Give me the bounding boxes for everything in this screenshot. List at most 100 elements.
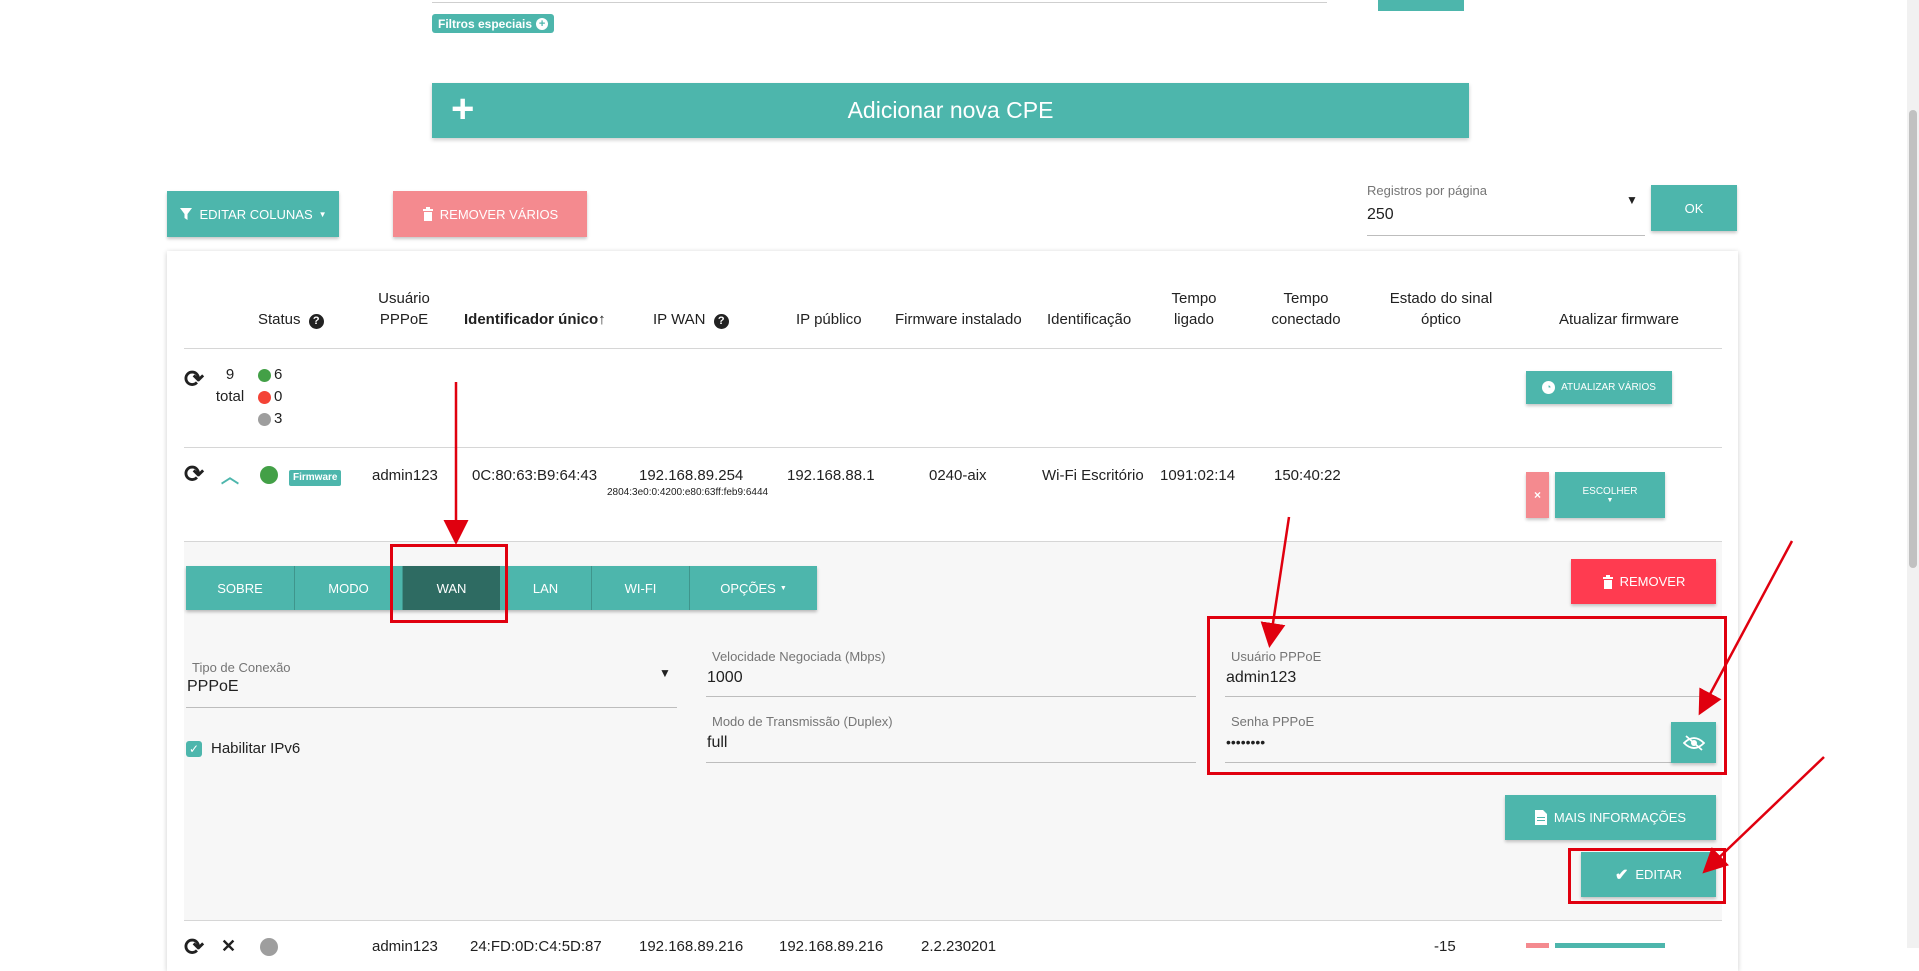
page-scrollbar-thumb[interactable] <box>1909 110 1917 568</box>
header-ip-wan-label: IP WAN <box>653 311 706 328</box>
negotiated-speed-label: Velocidade Negociada (Mbps) <box>712 649 886 664</box>
cell-identificador: 0C:80:63:B9:64:43 <box>472 467 598 484</box>
online-count-value: 6 <box>274 366 283 383</box>
filter-icon <box>180 208 193 220</box>
green-dot-icon <box>258 368 271 382</box>
cell-sinal: -15 <box>1434 938 1456 955</box>
header-tempo-ligado[interactable]: Tempo ligado <box>1163 288 1225 330</box>
header-usuario-pppoe[interactable]: Usuário PPPoE <box>370 288 438 330</box>
cell-firmware: 0240-aix <box>929 467 987 484</box>
header-ip-wan[interactable]: IP WAN ? <box>653 309 729 330</box>
cell-ip-publico: 192.168.88.1 <box>787 467 875 484</box>
edit-columns-button[interactable]: EDITAR COLUNAS ▼ <box>167 191 339 237</box>
negotiated-speed-underline <box>706 696 1196 697</box>
add-cpe-label: Adicionar nova CPE <box>847 97 1054 123</box>
header-status-label: Status <box>258 311 301 328</box>
connection-type-label: Tipo de Conexão <box>192 660 291 675</box>
add-cpe-button[interactable]: + Adicionar nova CPE <box>432 83 1469 138</box>
refresh-icon[interactable]: ⟳ <box>184 463 204 487</box>
cell-usuario: admin123 <box>372 938 438 955</box>
choose-firmware-dropdown[interactable]: ESCOLHER ▼ <box>1555 472 1665 518</box>
offline-count-value: 0 <box>274 388 283 405</box>
header-estado-sinal[interactable]: Estado do sinal óptico <box>1385 288 1497 330</box>
remove-device-label: REMOVER <box>1619 574 1686 589</box>
connection-type-select[interactable]: PPPoE <box>187 678 239 696</box>
header-estado-line1: Estado do sinal <box>1389 290 1493 307</box>
special-filters-button[interactable]: Filtros especiais + <box>432 14 555 33</box>
records-per-page-select[interactable]: 250 <box>1367 206 1394 224</box>
offline-status-dot <box>260 938 278 956</box>
header-tempo-conectado-line1: Tempo <box>1283 290 1329 307</box>
dropdown-arrow-icon[interactable]: ▼ <box>1626 193 1638 207</box>
trash-icon <box>422 207 433 221</box>
row-divider <box>184 541 1722 542</box>
header-identificacao[interactable]: Identificação <box>1047 309 1131 330</box>
ok-button[interactable]: OK <box>1651 185 1737 231</box>
connection-type-underline <box>186 707 677 708</box>
cell-tempo-conectado: 150:40:22 <box>1274 467 1341 484</box>
header-atualizar-firmware[interactable]: Atualizar firmware <box>1559 309 1679 330</box>
header-status[interactable]: Status ? <box>258 309 324 330</box>
remove-device-button[interactable]: REMOVER <box>1571 559 1716 604</box>
cell-identificacao: Wi-Fi Escritório <box>1042 467 1144 484</box>
status-online-count: 6 <box>258 366 282 383</box>
cancel-firmware-button[interactable] <box>1526 943 1549 948</box>
close-icon[interactable]: ✕ <box>221 936 236 957</box>
chevron-up-icon[interactable]: ︿ <box>221 463 239 489</box>
duplex-mode-field[interactable]: full <box>707 734 727 752</box>
header-usuario-line1: Usuário <box>378 290 430 307</box>
edit-columns-label: EDITAR COLUNAS <box>199 206 313 222</box>
tab-opcoes[interactable]: OPÇÕES ▼ <box>690 566 817 610</box>
document-icon <box>1534 810 1547 825</box>
annotation-box-edit <box>1568 848 1726 904</box>
header-firmware[interactable]: Firmware instalado <box>895 309 1022 330</box>
enable-ipv6-label: Habilitar IPv6 <box>211 740 301 757</box>
choose-firmware-dropdown[interactable] <box>1555 943 1665 948</box>
enable-ipv6-checkbox[interactable]: ✓ <box>186 741 202 757</box>
cancel-firmware-button[interactable]: × <box>1526 472 1549 518</box>
tab-lan[interactable]: LAN <box>500 566 591 610</box>
cell-tempo-ligado: 1091:02:14 <box>1160 467 1236 484</box>
refresh-all-icon[interactable]: ⟳ <box>184 368 204 392</box>
help-icon[interactable]: ? <box>308 314 324 329</box>
header-identificador[interactable]: Identificador único↑ <box>464 309 606 330</box>
status-offline-count: 0 <box>258 388 282 405</box>
cell-ip-publico: 192.168.89.216 <box>779 938 884 955</box>
header-tempo-ligado-line2: ligado <box>1173 311 1215 328</box>
help-icon[interactable]: ? <box>713 314 729 329</box>
red-dot-icon <box>258 390 271 404</box>
more-info-button[interactable]: MAIS INFORMAÇÕES <box>1505 795 1716 840</box>
negotiated-speed-field[interactable]: 1000 <box>707 669 743 687</box>
tab-wifi[interactable]: WI-FI <box>592 566 689 610</box>
gray-dot-icon <box>258 412 271 426</box>
records-per-page-underline <box>1367 235 1645 236</box>
caret-down-icon: ▼ <box>318 209 327 219</box>
refresh-icon[interactable]: ⟳ <box>184 936 204 960</box>
tab-modo[interactable]: MODO <box>295 566 402 610</box>
duplex-mode-label: Modo de Transmissão (Duplex) <box>712 714 893 729</box>
annotation-box-wan <box>390 544 508 623</box>
choose-firmware-label: ESCOLHER <box>1582 486 1638 497</box>
header-ip-publico[interactable]: IP público <box>796 309 862 330</box>
clock-icon: ◔ <box>1542 381 1556 394</box>
tab-sobre[interactable]: SOBRE <box>186 566 294 610</box>
cell-firmware: 2.2.230201 <box>921 938 997 955</box>
header-tempo-conectado[interactable]: Tempo conectado <box>1266 288 1346 330</box>
remove-many-button[interactable]: REMOVER VÁRIOS <box>393 191 587 237</box>
update-many-button[interactable]: ◔ ATUALIZAR VÁRIOS <box>1526 371 1672 404</box>
header-tempo-ligado-line1: Tempo <box>1171 290 1217 307</box>
row-divider <box>184 920 1722 921</box>
tab-opcoes-label: OPÇÕES <box>720 580 776 596</box>
annotation-box-pppoe <box>1207 616 1727 775</box>
total-label: total <box>215 388 245 405</box>
row-divider <box>184 447 1722 448</box>
cell-ip-wan: 192.168.89.254 <box>639 467 744 484</box>
search-button[interactable] <box>1378 0 1464 11</box>
search-input-underline <box>432 2 1327 3</box>
cell-ip-wan: 192.168.89.216 <box>639 938 744 955</box>
dropdown-arrow-icon[interactable]: ▼ <box>659 666 671 680</box>
online-status-dot <box>260 466 278 484</box>
total-count: 9 <box>225 366 235 383</box>
header-tempo-conectado-line2: conectado <box>1271 311 1341 328</box>
cell-ip-wan-v6: 2804:3e0:0:4200:e80:63ff:feb9:6444 <box>607 487 769 498</box>
